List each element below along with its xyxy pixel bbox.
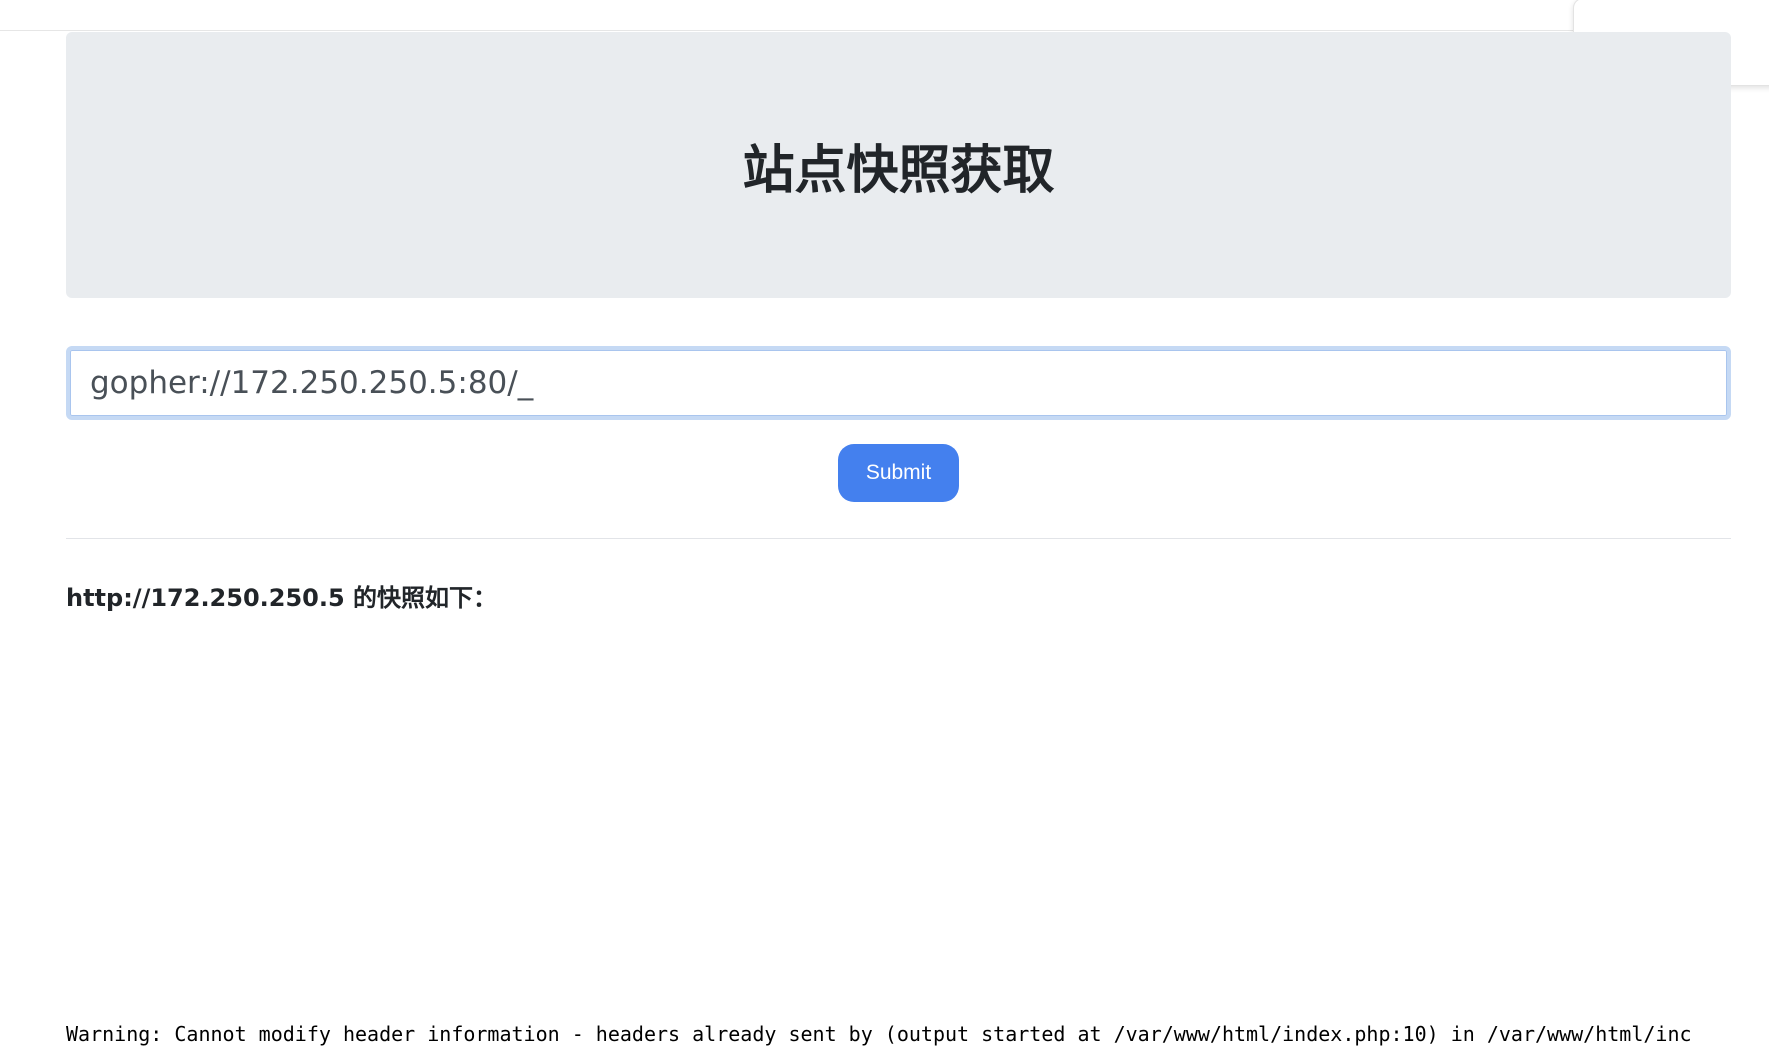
submit-button[interactable]: Submit (838, 444, 959, 502)
url-input[interactable] (66, 346, 1731, 420)
page-title: 站点快照获取 (742, 140, 1055, 201)
php-warning-text: Warning: Cannot modify header informatio… (66, 1022, 1692, 1046)
browser-top-bar (0, 0, 1769, 31)
snapshot-result-heading: http://172.250.250.5 的快照如下： (66, 584, 498, 612)
header-banner: 站点快照获取 (66, 32, 1731, 298)
divider (66, 538, 1731, 539)
